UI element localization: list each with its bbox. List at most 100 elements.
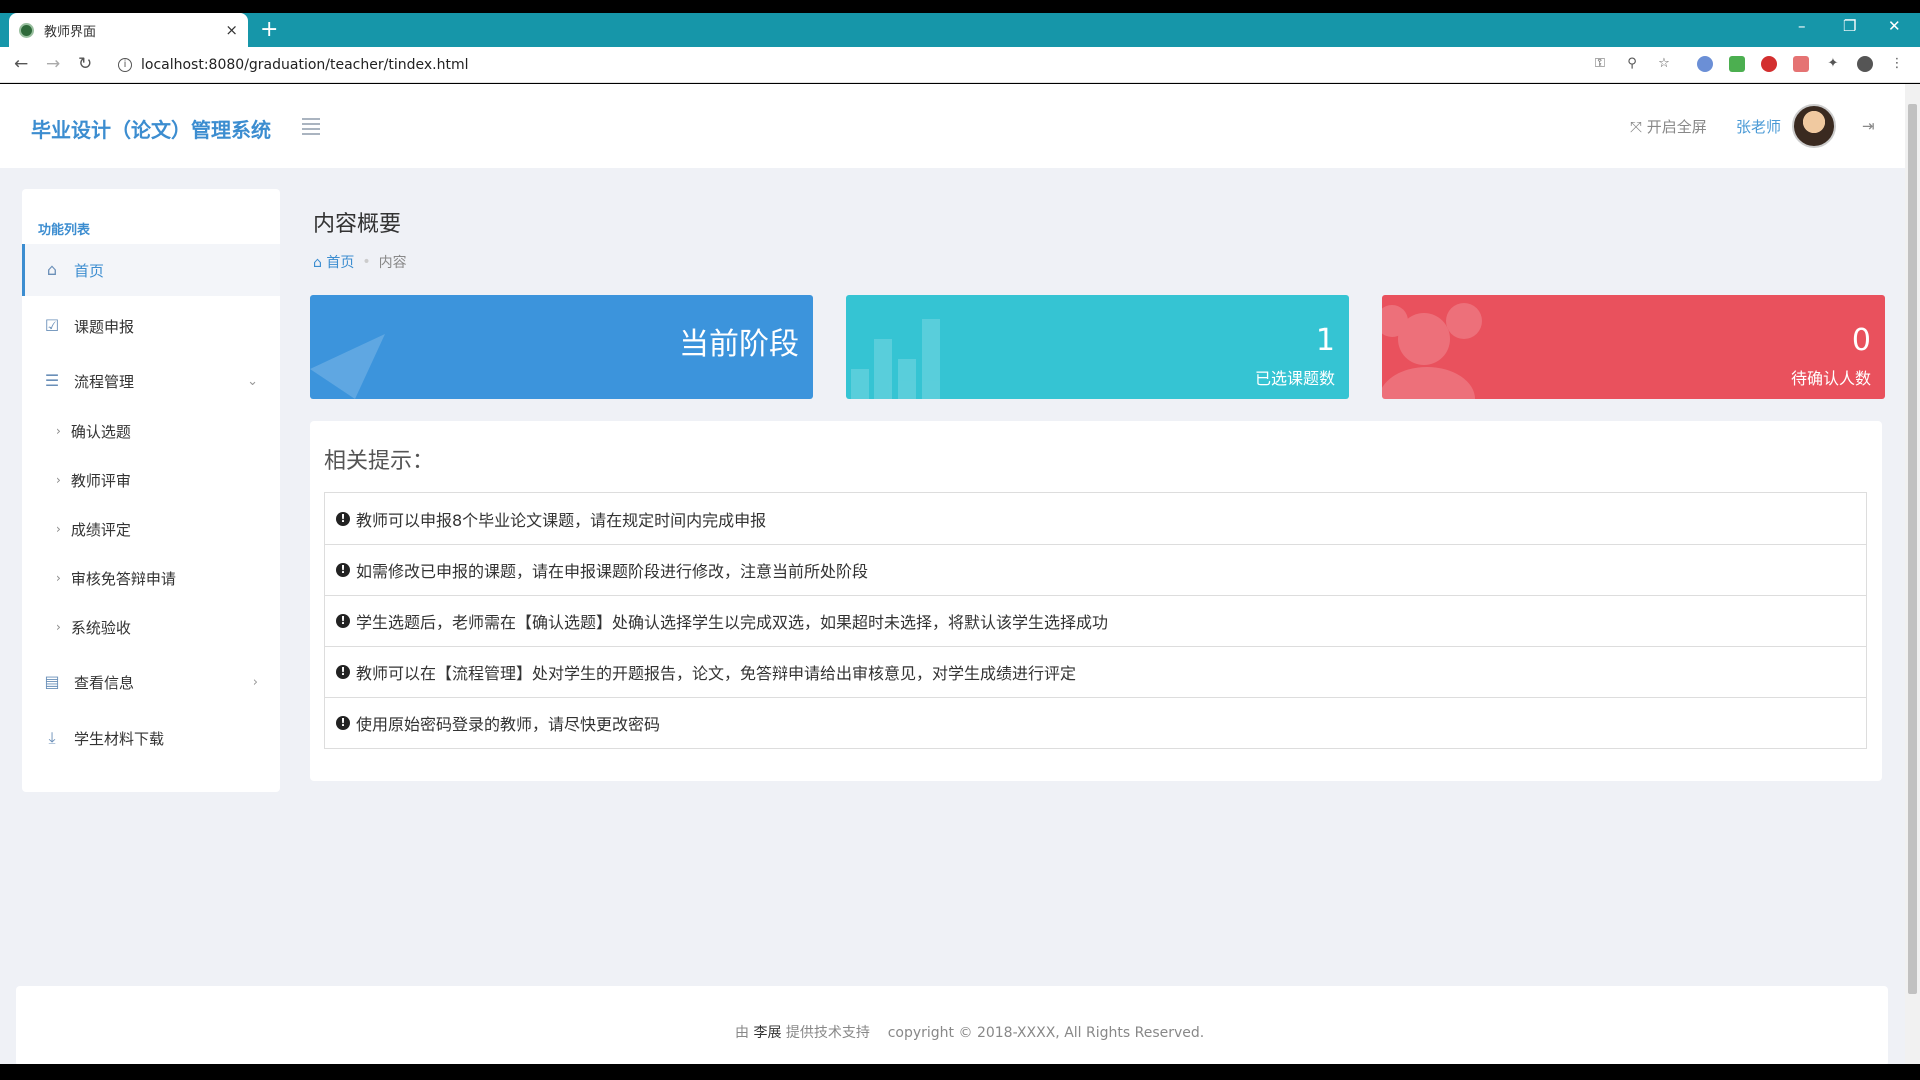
extension-blue-icon[interactable] (1697, 56, 1713, 72)
paper-plane-icon (310, 334, 385, 399)
expand-icon: ⤧ (1630, 118, 1643, 136)
current-stage-label: 当前阶段 (679, 327, 799, 362)
minimize-icon[interactable]: – (1798, 17, 1806, 35)
breadcrumb-home[interactable]: ⌂ 首页 (313, 252, 354, 272)
url-field[interactable]: i localhost:8080/graduation/teacher/tind… (110, 52, 1590, 78)
chevron-right-icon: › (56, 424, 61, 438)
menu-toggle-icon[interactable] (302, 118, 320, 135)
key-icon[interactable]: ⚿ (1592, 56, 1608, 72)
bar-chart-icon (851, 319, 940, 399)
footer-author: 李展 (753, 1025, 782, 1041)
username-link[interactable]: 张老师 (1736, 116, 1781, 137)
footer-copyright: copyright © 2018-XXXX, All Rights Reserv… (887, 1025, 1205, 1041)
site-info-icon[interactable]: i (118, 58, 132, 72)
url-text: localhost:8080/graduation/teacher/tindex… (141, 57, 469, 73)
fullscreen-button[interactable]: ⤧ 开启全屏 (1630, 116, 1707, 137)
page-scrollbar[interactable] (1905, 84, 1920, 1064)
footer-prefix: 由 (735, 1025, 749, 1041)
extensions-puzzle-icon[interactable]: ✦ (1825, 56, 1841, 72)
avatar[interactable] (1792, 104, 1836, 148)
sidebar-subitem-defense-exemption[interactable]: › 审核免答辩申请 (22, 556, 280, 600)
maximize-icon[interactable]: ❐ (1843, 17, 1856, 35)
home-icon: ⌂ (46, 260, 58, 279)
pending-confirm-label: 待确认人数 (1790, 369, 1871, 388)
page-title: 内容概要 (313, 212, 402, 237)
list-item: ! 学生选题后，老师需在【确认选题】处确认选择学生以完成双选，如果超时未选择，将… (325, 595, 1866, 646)
pending-confirm-count: 0 (1851, 323, 1871, 358)
tips-list: ! 教师可以申报8个毕业论文课题，请在规定时间内完成申报 ! 如需修改已申报的课… (324, 492, 1867, 749)
favicon-icon (19, 22, 34, 38)
sidebar-item-home[interactable]: ⌂ 首页 (22, 244, 280, 296)
download-icon: ⤓ (48, 728, 56, 747)
browser-tab-bar: 教师界面 × + – ❐ ✕ (0, 13, 1920, 47)
breadcrumb-separator: • (362, 254, 371, 270)
sidebar-subitem-confirm-topic[interactable]: › 确认选题 (22, 409, 280, 453)
tip-text: 教师可以在【流程管理】处对学生的开题报告，论文，免答辩申请给出审核意见，对学生成… (356, 664, 1077, 683)
list-item: ! 教师可以在【流程管理】处对学生的开题报告，论文，免答辩申请给出审核意见，对学… (325, 646, 1866, 697)
sidebar-item-view-info[interactable]: ▤ 查看信息 › (22, 656, 280, 708)
sidebar-subitem-label: 审核免答辩申请 (70, 569, 176, 588)
sidebar-title: 功能列表 (38, 223, 91, 238)
home-icon: ⌂ (313, 255, 322, 271)
back-icon[interactable]: ← (14, 54, 28, 74)
sidebar-item-topic-report[interactable]: ☑ 课题申报 (22, 300, 280, 352)
new-tab-button[interactable]: + (260, 17, 278, 43)
browser-menu-icon[interactable]: ⋮ (1889, 56, 1905, 72)
breadcrumb: ⌂ 首页 • 内容 (313, 252, 407, 272)
sidebar-item-student-downloads[interactable]: ⤓ 学生材料下载 (22, 712, 280, 764)
tip-text: 如需修改已申报的课题，请在申报课题阶段进行修改，注意当前所处阶段 (356, 562, 869, 581)
sidebar-subitem-label: 成绩评定 (70, 520, 131, 539)
sidebar-item-label: 课题申报 (74, 317, 135, 336)
sidebar-subitem-system-acceptance[interactable]: › 系统验收 (22, 605, 280, 649)
window-close-icon[interactable]: ✕ (1888, 17, 1901, 35)
exclamation-icon: ! (336, 614, 350, 628)
tip-text: 教师可以申报8个毕业论文课题，请在规定时间内完成申报 (356, 510, 767, 530)
sidebar-subitem-label: 系统验收 (70, 618, 131, 637)
selected-topics-count: 1 (1315, 323, 1335, 358)
extension-green-icon[interactable] (1729, 56, 1745, 72)
reload-icon[interactable]: ↻ (78, 54, 92, 74)
sidebar-item-label: 查看信息 (74, 673, 135, 692)
profile-icon[interactable] (1857, 56, 1873, 72)
chevron-down-icon: ⌄ (247, 373, 258, 389)
adblock-icon[interactable] (1761, 56, 1777, 72)
list-item: ! 如需修改已申报的课题，请在申报课题阶段进行修改，注意当前所处阶段 (325, 544, 1866, 595)
document-icon: ▤ (44, 672, 60, 691)
scrollbar-thumb[interactable] (1908, 104, 1917, 994)
checkbox-icon: ☑ (44, 316, 60, 335)
screen-bottom-edge (0, 1064, 1920, 1080)
exclamation-icon: ! (336, 511, 350, 526)
sidebar-subitem-label: 教师评审 (70, 471, 131, 490)
tips-title: 相关提示： (324, 449, 435, 474)
page: 毕业设计（论文）管理系统 ⤧ 开启全屏 张老师 ⇥ 功能列表 ⌂ 首页 ☑ 课题… (0, 84, 1905, 1064)
footer-text: 由 李展 提供技术支持 copyright © 2018-XXXX, All R… (735, 1022, 1204, 1042)
selected-topics-card[interactable]: 1 已选课题数 (846, 295, 1349, 399)
chevron-right-icon: › (56, 473, 61, 487)
extension-red-icon[interactable] (1793, 56, 1809, 72)
chevron-right-icon: › (252, 674, 258, 690)
list-icon: ☰ (44, 371, 60, 390)
footer: 由 李展 提供技术支持 copyright © 2018-XXXX, All R… (16, 986, 1888, 1064)
selected-topics-label: 已选课题数 (1254, 369, 1335, 388)
fullscreen-label: 开启全屏 (1646, 118, 1707, 136)
list-item: ! 使用原始密码登录的教师，请尽快更改密码 (325, 697, 1866, 748)
sidebar-subitem-label: 确认选题 (70, 422, 131, 441)
sidebar-subitem-grade-evaluation[interactable]: › 成绩评定 (22, 507, 280, 551)
app-header: 毕业设计（论文）管理系统 ⤧ 开启全屏 张老师 ⇥ (0, 84, 1905, 168)
sidebar-item-label: 学生材料下载 (74, 729, 165, 748)
pending-confirm-card[interactable]: 0 待确认人数 (1382, 295, 1885, 399)
forward-icon[interactable]: → (46, 54, 60, 74)
tip-text: 学生选题后，老师需在【确认选题】处确认选择学生以完成双选，如果超时未选择，将默认… (356, 613, 1109, 632)
brand-title[interactable]: 毕业设计（论文）管理系统 (31, 114, 271, 143)
bookmark-star-icon[interactable]: ☆ (1656, 56, 1672, 72)
current-stage-card[interactable]: 当前阶段 (310, 295, 813, 399)
logout-icon[interactable]: ⇥ (1862, 117, 1875, 135)
zoom-icon[interactable]: ⚲ (1624, 56, 1640, 72)
sidebar-subitem-teacher-review[interactable]: › 教师评审 (22, 458, 280, 502)
tab-close-icon[interactable]: × (225, 21, 238, 39)
breadcrumb-current: 内容 (378, 255, 407, 271)
users-icon (1382, 303, 1482, 399)
chevron-right-icon: › (56, 522, 61, 536)
sidebar-item-process-management[interactable]: ☰ 流程管理 ⌄ (22, 355, 280, 407)
browser-tab[interactable]: 教师界面 × (9, 13, 248, 47)
